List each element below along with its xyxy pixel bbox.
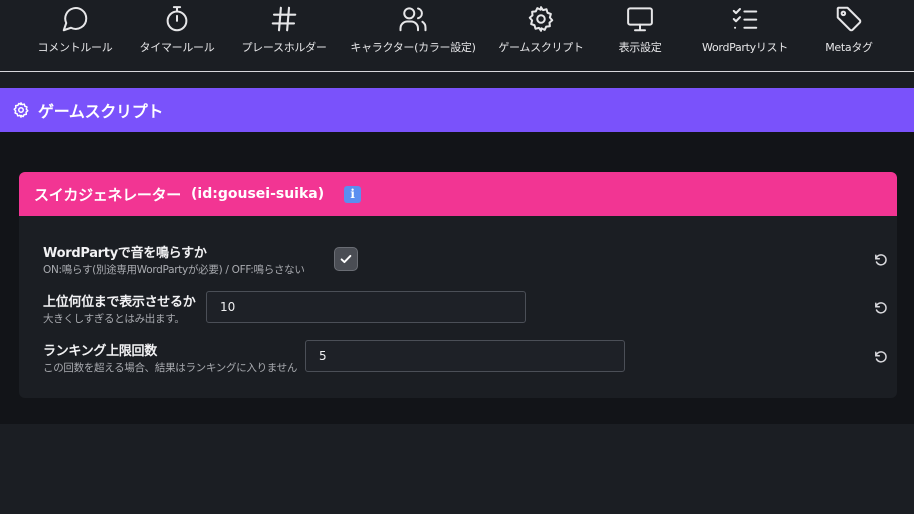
check-icon — [340, 254, 352, 264]
section-title: ゲームスクリプト — [38, 102, 164, 121]
nav-label: プレースホルダー — [241, 41, 327, 54]
nav-label: Metaタグ — [825, 41, 873, 54]
reset-icon[interactable] — [873, 349, 889, 365]
gear-icon — [528, 6, 554, 32]
card-header: スイカジェネレーター (id:gousei-suika) i — [19, 172, 897, 216]
section-header: ゲームスクリプト — [0, 88, 914, 132]
content-area: スイカジェネレーター (id:gousei-suika) i WordParty… — [0, 132, 914, 424]
nav-label: タイマールール — [139, 41, 215, 54]
setting-label: ランキング上限回数 — [43, 344, 157, 359]
stopwatch-icon — [166, 6, 188, 32]
setting-description: この回数を超える場合、結果はランキングに入りません — [43, 362, 298, 374]
nav-item-comment-rules[interactable]: コメントルール — [38, 0, 113, 66]
nav-item-placeholders[interactable]: プレースホルダー — [241, 0, 327, 66]
nav-item-display-settings[interactable]: 表示設定 — [614, 0, 666, 66]
monitor-icon — [627, 7, 653, 32]
nav-item-meta-tags[interactable]: Metaタグ — [823, 0, 875, 66]
nav-item-timer-rules[interactable]: タイマールール — [140, 0, 215, 66]
reset-icon[interactable] — [873, 300, 889, 316]
checklist-icon — [732, 8, 758, 29]
nav-label: 表示設定 — [618, 41, 662, 54]
gear-icon — [13, 102, 29, 118]
setting-label: WordPartyで音を鳴らすか — [43, 246, 207, 261]
ranking-limit-input[interactable] — [305, 340, 625, 372]
hash-icon — [271, 6, 297, 32]
nav-label: ゲームスクリプト — [498, 41, 584, 54]
setting-label: 上位何位まで表示させるか — [43, 295, 196, 310]
nav-label: コメントルール — [37, 41, 113, 54]
comment-icon — [62, 7, 88, 32]
sound-checkbox[interactable] — [334, 247, 358, 271]
setting-description: ON:鳴らす(別途専用WordPartyが必要) / OFF:鳴らさない — [43, 264, 305, 276]
reset-icon[interactable] — [873, 252, 889, 268]
nav-label: キャラクター(カラー設定) — [350, 41, 476, 54]
setting-description: 大きくしすぎるとはみ出ます。 — [43, 313, 185, 325]
nav-item-characters[interactable]: キャラクター(カラー設定) — [350, 0, 476, 66]
top-rank-input[interactable] — [206, 291, 526, 323]
users-icon — [399, 7, 427, 32]
card-title: スイカジェネレーター — [34, 185, 182, 204]
nav-item-wordparty-list[interactable]: WordPartyリスト — [702, 0, 788, 66]
card-id: (id:gousei-suika) — [191, 186, 325, 202]
nav-label: WordPartyリスト — [702, 41, 788, 54]
info-icon[interactable]: i — [344, 185, 362, 203]
setting-row-sound: WordPartyで音を鳴らすか ON:鳴らす(別途専用WordPartyが必要… — [43, 242, 887, 282]
setting-row-top-rank: 上位何位まで表示させるか 大きくしすぎるとはみ出ます。 — [43, 291, 887, 331]
script-card: スイカジェネレーター (id:gousei-suika) i WordParty… — [19, 172, 897, 398]
top-navigation: コメントルール タイマールール プレースホルダー キャラクター(カラー設定) ゲ… — [0, 0, 914, 72]
nav-item-game-scripts[interactable]: ゲームスクリプト — [498, 0, 584, 66]
page-background — [0, 424, 914, 514]
setting-row-ranking-limit: ランキング上限回数 この回数を超える場合、結果はランキングに入りません — [43, 340, 887, 380]
tag-icon — [836, 6, 862, 32]
